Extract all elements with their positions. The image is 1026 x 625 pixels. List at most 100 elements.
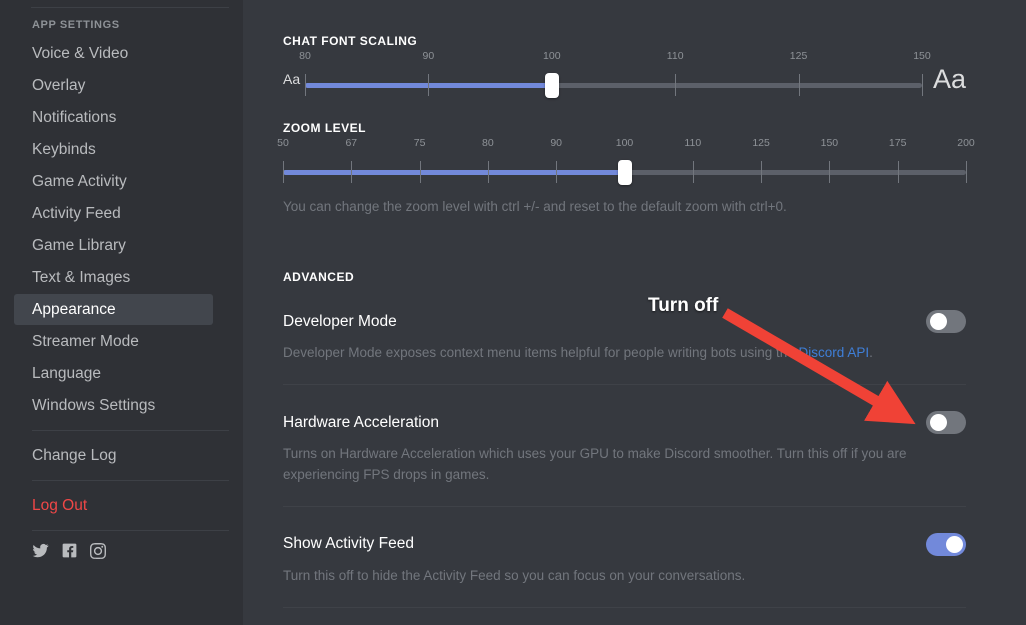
sidebar-item-label: Notifications — [32, 108, 117, 126]
discord-settings-window: APP SETTINGS Voice & Video Overlay Notific… — [0, 0, 1026, 625]
slider-tick-label: 200 — [957, 137, 975, 149]
slider-tick — [351, 161, 353, 183]
slider-tick-label: 90 — [550, 137, 563, 149]
setting-description: Turns on Hardware Acceleration which use… — [283, 444, 943, 485]
setting-hardware-acceleration: Hardware Acceleration Turns on Hardware A… — [283, 385, 966, 507]
chat-font-scaling-title: CHAT FONT SCALING — [283, 34, 418, 48]
setting-description-text-after: . — [869, 345, 873, 361]
setting-show-activity-feed: Show Activity Feed Turn this off to hide … — [283, 507, 966, 609]
sidebar-item-label: Windows Settings — [32, 396, 156, 414]
slider-tick — [428, 74, 430, 96]
slider-tick-label: 80 — [299, 50, 311, 62]
sidebar-item-label: Log Out — [32, 496, 88, 514]
font-small-label: Aa — [283, 71, 301, 87]
slider-tick-label: 90 — [422, 50, 435, 62]
setting-label: Developer Mode — [283, 312, 397, 330]
sidebar-item-label: Game Library — [32, 236, 126, 254]
zoom-level-hint: You can change the zoom level with ctrl … — [283, 199, 787, 214]
slider-tick — [283, 161, 284, 183]
toggle-knob — [946, 535, 963, 553]
sidebar-item-label: Overlay — [32, 76, 86, 94]
slider-tick — [921, 74, 923, 96]
font-large-label: Aa — [932, 63, 966, 94]
setting-developer-mode: Developer Mode Developer Mode exposes con… — [283, 284, 966, 386]
sidebar-item-label: Game Activity — [32, 172, 127, 190]
toggle-knob — [930, 313, 947, 331]
slider-tick-label: 150 — [820, 137, 839, 149]
slider-tick — [692, 161, 694, 183]
slider-tick-label: 110 — [666, 50, 684, 62]
sidebar-item-text-images[interactable]: Text & Images — [14, 262, 213, 293]
slider-tick — [897, 161, 899, 183]
slider-tick — [829, 161, 831, 183]
setting-header: Hardware Acceleration — [283, 411, 966, 435]
slider-ticks: 80 90 100 110 125 150 — [299, 50, 931, 96]
sidebar-item-list: Voice & Video Overlay Notifications Keybind… — [0, 38, 243, 421]
slider-tick — [761, 161, 763, 183]
setting-label: Hardware Acceleration — [283, 413, 439, 431]
sidebar-item-label: Text & Images — [32, 268, 131, 286]
slider-tick-label: 100 — [615, 137, 634, 149]
slider-tick-label: 150 — [913, 50, 931, 62]
slider-handle[interactable] — [544, 73, 559, 98]
toggle-developer-mode[interactable] — [926, 310, 966, 334]
instagram-icon[interactable] — [90, 542, 106, 559]
slider-tick-label: 110 — [684, 137, 702, 149]
sidebar-item-windows-settings[interactable]: Windows Settings — [14, 390, 213, 421]
sidebar-item-game-activity[interactable]: Game Activity — [14, 166, 213, 197]
slider-tick-label: 125 — [752, 137, 770, 149]
discord-api-link[interactable]: Discord API — [799, 345, 870, 360]
settings-sidebar: APP SETTINGS Voice & Video Overlay Notific… — [0, 0, 243, 625]
chat-font-scaling-slider[interactable]: 80 90 100 110 125 150 — [299, 50, 931, 98]
sidebar-item-activity-feed[interactable]: Activity Feed — [14, 198, 213, 229]
social-links — [0, 542, 243, 559]
advanced-settings-list: Developer Mode Developer Mode exposes con… — [283, 284, 966, 609]
slider-tick — [556, 161, 558, 183]
setting-header: Show Activity Feed — [283, 532, 966, 556]
sidebar-item-label: Change Log — [32, 446, 117, 464]
sidebar-divider-3 — [32, 530, 229, 531]
slider-tick — [305, 74, 306, 96]
sidebar-item-overlay[interactable]: Overlay — [14, 70, 213, 101]
sidebar-item-notifications[interactable]: Notifications — [14, 102, 213, 133]
sidebar-divider-1 — [32, 430, 229, 431]
sidebar-item-label: Voice & Video — [32, 44, 129, 62]
sidebar-item-streamer-mode[interactable]: Streamer Mode — [14, 326, 213, 357]
sidebar-item-log-out[interactable]: Log Out — [14, 490, 213, 521]
sidebar-item-label: Streamer Mode — [32, 332, 139, 350]
twitter-icon[interactable] — [32, 542, 49, 559]
slider-tick-label: 100 — [543, 50, 561, 62]
sidebar-divider-2 — [32, 480, 229, 481]
setting-description-text: Turn this off to hide the Activity Feed … — [283, 567, 746, 583]
chat-font-scaling-slider-wrap: Aa 80 90 100 110 125 150 Aa — [283, 50, 966, 98]
facebook-icon[interactable] — [62, 543, 77, 558]
slider-tick — [419, 161, 421, 183]
setting-description-text: Turns on Hardware Acceleration which use… — [283, 446, 907, 482]
slider-tick-label: 125 — [789, 50, 808, 62]
sidebar-item-game-library[interactable]: Game Library — [14, 230, 213, 261]
settings-main-panel: CHAT FONT SCALING Aa 80 90 100 110 125 150 Aa… — [243, 0, 1026, 625]
setting-description: Turn this off to hide the Activity Feed … — [283, 566, 943, 586]
zoom-level-slider-wrap: 50 67 75 80 90 100 110 125 150 175 200 — [277, 137, 975, 185]
sidebar-top-divider — [31, 7, 229, 8]
sidebar-item-appearance[interactable]: Appearance — [14, 294, 213, 325]
advanced-section-title: ADVANCED — [283, 270, 355, 285]
slider-tick — [675, 74, 677, 96]
setting-description: Developer Mode exposes context menu item… — [283, 343, 943, 363]
slider-tick-label: 75 — [413, 137, 426, 149]
sidebar-item-label: Activity Feed — [32, 204, 121, 222]
toggle-hardware-acceleration[interactable] — [926, 411, 966, 435]
sidebar-item-change-log[interactable]: Change Log — [14, 440, 213, 471]
slider-tick-label: 67 — [345, 137, 358, 149]
slider-tick — [966, 161, 967, 183]
zoom-level-title: ZOOM LEVEL — [283, 121, 366, 135]
slider-tick-label: 175 — [888, 137, 907, 149]
sidebar-item-language[interactable]: Language — [14, 358, 213, 389]
sidebar-item-voice-video[interactable]: Voice & Video — [14, 38, 213, 69]
slider-handle[interactable] — [617, 160, 632, 185]
zoom-level-slider[interactable]: 50 67 75 80 90 100 110 125 150 175 200 — [277, 137, 975, 185]
setting-label: Show Activity Feed — [283, 535, 414, 553]
sidebar-item-label: Keybinds — [32, 140, 96, 158]
sidebar-item-keybinds[interactable]: Keybinds — [14, 134, 213, 165]
toggle-show-activity-feed[interactable] — [926, 532, 966, 556]
